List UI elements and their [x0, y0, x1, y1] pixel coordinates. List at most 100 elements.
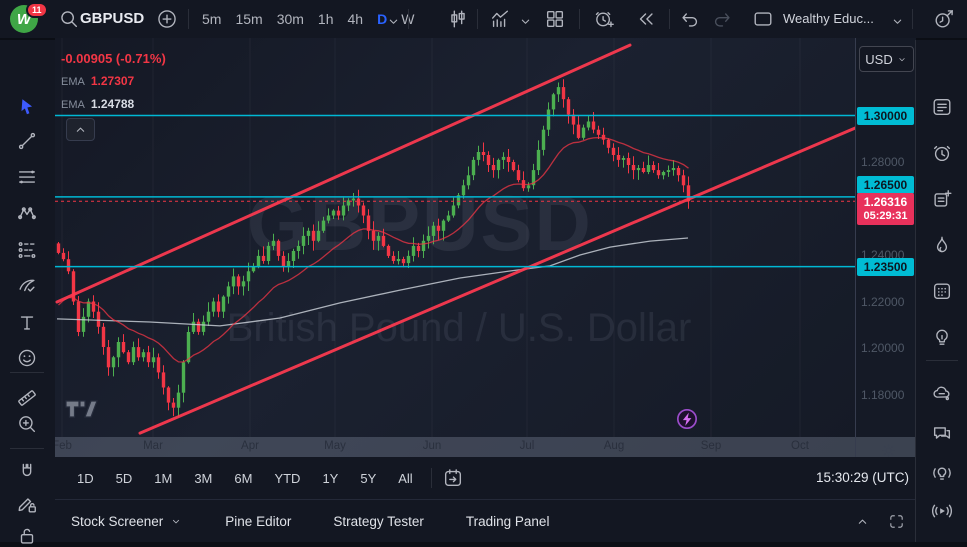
redo-icon[interactable] [711, 8, 733, 30]
sidebar-chat-icon[interactable] [931, 422, 953, 444]
time-axis[interactable]: Feb Mar Apr May Jun Jul Aug Sep Oct [55, 437, 855, 457]
ema-slow-value: 1.24788 [90, 97, 135, 111]
divider [579, 9, 580, 29]
clock[interactable]: 15:30:29 (UTC) [816, 470, 909, 485]
chevron-up-icon [70, 119, 92, 141]
timeframe-4h[interactable]: 4h [348, 11, 364, 27]
undo-icon[interactable] [679, 8, 701, 30]
price-tick: 1.28000 [861, 155, 905, 169]
range-1d-button[interactable]: 1D [69, 467, 102, 490]
instant-trade-button[interactable] [676, 408, 698, 430]
range-5y-button[interactable]: 5Y [352, 467, 384, 490]
range-1m-button[interactable]: 1M [146, 467, 180, 490]
divider [430, 468, 432, 488]
currency-selector[interactable]: USD [859, 46, 914, 72]
price-tick: 1.20000 [861, 341, 905, 355]
range-5d-button[interactable]: 5D [108, 467, 141, 490]
divider [912, 9, 913, 29]
ema-slow-row[interactable]: EMA 1.24788 [61, 93, 166, 116]
last-price: 1.26316 [863, 195, 908, 210]
price-tick: 1.22000 [861, 294, 905, 309]
range-1y-button[interactable]: 1Y [314, 467, 346, 490]
fullscreen-icon[interactable] [885, 510, 907, 532]
layout-name[interactable]: Wealthy Educ... [783, 11, 874, 26]
expand-panel-icon[interactable] [851, 510, 873, 532]
magnet-tool-icon[interactable] [16, 461, 38, 483]
chart-canvas[interactable]: GBPUSD British Pound / U.S. Dollar -0.00… [55, 38, 855, 457]
bottom-panel: Stock Screener Pine Editor Strategy Tester… [55, 500, 915, 542]
drawing-toolbar [0, 40, 56, 544]
pattern-tool-icon[interactable] [16, 202, 38, 224]
sidebar-hotlists-icon[interactable] [931, 234, 953, 256]
layout-box-icon[interactable] [752, 8, 774, 30]
chevron-down-icon[interactable] [382, 10, 404, 32]
timeframe-1h[interactable]: 1h [318, 11, 334, 27]
bottom-tabs: Stock Screener Pine Editor Strategy Tester… [71, 514, 549, 529]
candlestick-plot[interactable] [55, 38, 855, 457]
text-tool-icon[interactable] [16, 312, 38, 334]
sidebar-journal-icon[interactable] [931, 188, 953, 210]
divider [477, 9, 478, 29]
price-axis[interactable]: USD 1.28000 1.24000 1.22000 1.20000 1.18000 1… [855, 38, 916, 457]
last-price-label: 1.26316 05:29:31 [857, 193, 914, 226]
notification-badge: 11 [26, 2, 48, 18]
month-label-Jul: Jul [519, 440, 535, 452]
drawing-lock-tool-icon[interactable] [16, 493, 38, 515]
sidebar-ideas-icon[interactable] [931, 326, 953, 348]
search-icon[interactable] [58, 8, 80, 30]
trend-line-tool-icon[interactable] [16, 130, 38, 152]
sidebar-minds-icon[interactable] [931, 382, 953, 404]
range-ytd-button[interactable]: YTD [266, 467, 308, 490]
sidebar-streams-icon[interactable] [931, 500, 953, 522]
tradingview-logo[interactable] [65, 396, 101, 427]
tab-trading-panel[interactable]: Trading Panel [466, 514, 550, 529]
zoom-in-tool-icon[interactable] [16, 413, 38, 435]
range-3m-button[interactable]: 3M [186, 467, 220, 490]
chevron-down-icon[interactable] [514, 10, 536, 32]
level-price-label[interactable]: 1.30000 [857, 106, 914, 125]
indicators-icon[interactable] [489, 8, 511, 30]
month-label-Oct: Oct [791, 440, 809, 452]
timeframe-15m[interactable]: 15m [235, 11, 262, 27]
timeframe-30m[interactable]: 30m [277, 11, 304, 27]
month-label-May: May [324, 440, 346, 452]
layout-grid-icon[interactable] [544, 8, 566, 30]
tab-strategy-tester[interactable]: Strategy Tester [333, 514, 424, 529]
legend-collapse-button[interactable] [66, 118, 95, 141]
level-price-label[interactable]: 1.26500 [857, 175, 914, 194]
right-sidebar [915, 40, 967, 542]
timeframe-5m[interactable]: 5m [202, 11, 221, 27]
forecast-tool-icon[interactable] [16, 239, 38, 261]
lock-all-tool-icon[interactable] [16, 525, 38, 547]
go-to-date-icon[interactable] [442, 467, 464, 489]
range-6m-button[interactable]: 6M [226, 467, 260, 490]
tab-stock-screener[interactable]: Stock Screener [71, 514, 183, 529]
replay-icon[interactable] [635, 8, 657, 30]
sidebar-alerts-icon[interactable] [931, 142, 953, 164]
emoji-tool-icon[interactable] [16, 347, 38, 369]
divider [188, 9, 189, 29]
price-tick: 1.18000 [861, 387, 905, 402]
tab-pine-editor[interactable]: Pine Editor [225, 514, 291, 529]
month-label-Apr: Apr [241, 440, 259, 452]
ema-fast-row[interactable]: EMA 1.27307 [61, 70, 166, 93]
symbol-name[interactable]: GBPUSD [80, 10, 144, 27]
publish-icon[interactable] [933, 8, 955, 30]
chart-legend: -0.00905 (-0.71%) EMA 1.27307 EMA 1.24788 [61, 48, 166, 116]
sidebar-live-ideas-icon[interactable] [931, 462, 953, 484]
chart-style-icon[interactable] [447, 8, 469, 30]
range-all-button[interactable]: All [390, 467, 420, 490]
sidebar-watchlist-icon[interactable] [931, 96, 953, 118]
divider [926, 360, 958, 361]
range-buttons: 1D 5D 1M 3M 6M YTD 1Y 5Y All [69, 467, 421, 490]
sidebar-calendar-icon[interactable] [931, 280, 953, 302]
fib-retracement-tool-icon[interactable] [16, 166, 38, 188]
measure-tool-icon[interactable] [16, 387, 38, 409]
level-price-label[interactable]: 1.23500 [857, 257, 914, 276]
brush-tool-icon[interactable] [16, 274, 38, 296]
cursor-tool-icon[interactable] [16, 96, 38, 118]
chevron-down-icon[interactable] [886, 10, 908, 32]
add-symbol-icon[interactable] [156, 8, 178, 30]
top-toolbar: W 11 GBPUSD 5m15m30m1h4hDW Wealthy Educ.… [0, 0, 967, 40]
alert-plus-icon[interactable] [593, 8, 615, 30]
